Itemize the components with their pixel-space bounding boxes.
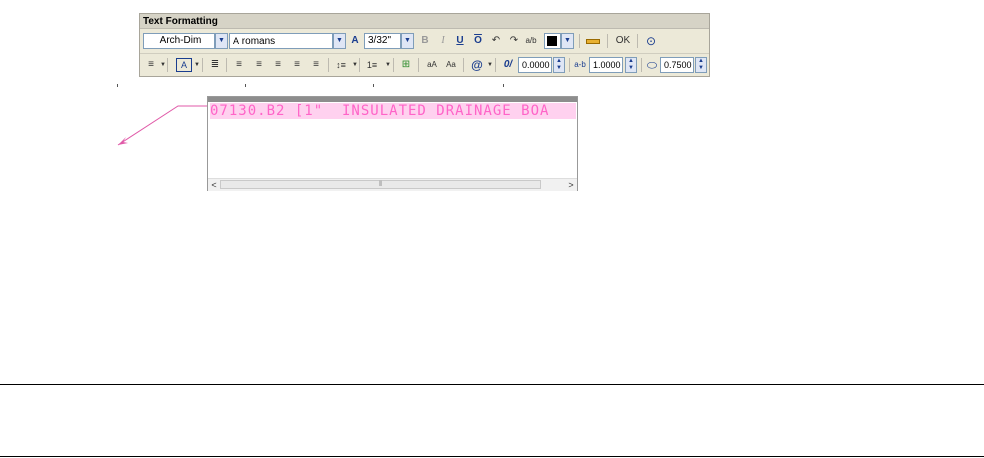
width-factor-spinner[interactable]: ▲ ▼ (695, 57, 707, 73)
editor-ruler-bar[interactable] (208, 97, 577, 102)
mtext-editor[interactable]: 07130.B2 [1" INSULATED DRAINAGE BOA < ⦀ … (207, 96, 578, 191)
ruler-icon[interactable] (586, 33, 602, 49)
overline-button[interactable]: O (471, 33, 485, 49)
ruler-tick (117, 84, 118, 87)
ok-button[interactable]: OK (614, 33, 632, 49)
style-select[interactable]: Arch-Dim (143, 33, 215, 49)
undo-icon[interactable]: ↶ (489, 33, 503, 49)
font-icon: A (233, 36, 240, 46)
tracking-input[interactable]: 1.0000 (589, 57, 623, 73)
font-dropdown-arrow[interactable]: ▼ (333, 33, 346, 49)
bold-button[interactable]: B (418, 33, 432, 49)
color-select[interactable] (544, 33, 561, 49)
color-dropdown-arrow[interactable]: ▼ (561, 33, 574, 49)
leader-arrow (117, 105, 208, 146)
symbol-icon[interactable]: @ (470, 57, 484, 73)
scroll-thumb[interactable]: ⦀ (220, 180, 541, 189)
font-value: romans (241, 36, 276, 47)
scroll-left-icon[interactable]: < (208, 179, 220, 191)
horizontal-scrollbar[interactable]: < ⦀ > (208, 178, 577, 191)
separator (359, 58, 360, 72)
stack-icon[interactable]: a/b (524, 33, 538, 49)
line-spacing-icon[interactable]: ↕≡ (334, 57, 348, 73)
scroll-right-icon[interactable]: > (565, 179, 577, 191)
separator (393, 58, 394, 72)
separator (328, 58, 329, 72)
uppercase-icon[interactable]: aA (425, 57, 439, 73)
separator (226, 58, 227, 72)
lowercase-icon[interactable]: Aa (444, 57, 458, 73)
width-factor-input[interactable]: 0.7500 (660, 57, 694, 73)
mtext-content[interactable]: 07130.B2 [1" INSULATED DRAINAGE BOA (210, 103, 576, 119)
text-formatting-toolbar: Text Formatting Arch-Dim ▼ A romans ▼ A … (139, 13, 710, 77)
separator (463, 58, 464, 72)
separator (167, 58, 168, 72)
align-left-icon[interactable]: ≡ (232, 57, 246, 73)
align-right-icon[interactable]: ≡ (271, 57, 285, 73)
insert-field-icon[interactable]: ⊞ (399, 57, 413, 73)
height-dropdown-arrow[interactable]: ▼ (401, 33, 414, 49)
tracking-icon: a-b (574, 60, 586, 69)
width-factor-icon: ⬭ (646, 58, 658, 72)
separator (569, 58, 570, 72)
separator (579, 34, 580, 48)
options-icon[interactable]: ⊙ (644, 33, 658, 49)
italic-button[interactable]: I (436, 33, 450, 49)
paragraph-icon[interactable]: ≣ (208, 57, 222, 73)
separator (641, 58, 642, 72)
divider-line (0, 456, 984, 457)
oblique-angle-icon: 0/ (503, 59, 513, 70)
separator (495, 58, 496, 72)
scroll-grip-icon: ⦀ (378, 181, 383, 188)
annotative-icon[interactable]: A (348, 33, 362, 49)
separator (607, 34, 608, 48)
underline-button[interactable]: U (453, 33, 467, 49)
toolbar-title: Text Formatting (140, 14, 709, 29)
style-dropdown-arrow[interactable]: ▼ (215, 33, 228, 49)
separator (418, 58, 419, 72)
font-select[interactable]: A romans (229, 33, 333, 49)
oblique-spinner[interactable]: ▲ ▼ (553, 57, 565, 73)
oblique-angle-input[interactable]: 0.0000 (518, 57, 552, 73)
redo-icon[interactable]: ↷ (507, 33, 521, 49)
divider-line (0, 384, 984, 385)
separator (637, 34, 638, 48)
distribute-icon[interactable]: ≡ (309, 57, 323, 73)
toolbar-row-2: ≡ ▼ A ▼ ≣ ≡ ≡ ≡ ≡ ≡ ↕≡ ▼ 1≡ ▼ ⊞ aA Aa @ … (140, 53, 709, 76)
numbering-icon[interactable]: 1≡ (365, 57, 379, 73)
ruler-tick (503, 84, 504, 87)
color-swatch (547, 36, 557, 46)
text-height-select[interactable]: 3/32" (364, 33, 401, 49)
justify-icon[interactable]: ≡ (290, 57, 304, 73)
separator (202, 58, 203, 72)
ruler-tick (373, 84, 374, 87)
align-center-icon[interactable]: ≡ (252, 57, 266, 73)
tracking-spinner[interactable]: ▲ ▼ (625, 57, 637, 73)
ruler-tick (245, 84, 246, 87)
toolbar-row-1: Arch-Dim ▼ A romans ▼ A 3/32" ▼ B I U O … (140, 30, 709, 52)
